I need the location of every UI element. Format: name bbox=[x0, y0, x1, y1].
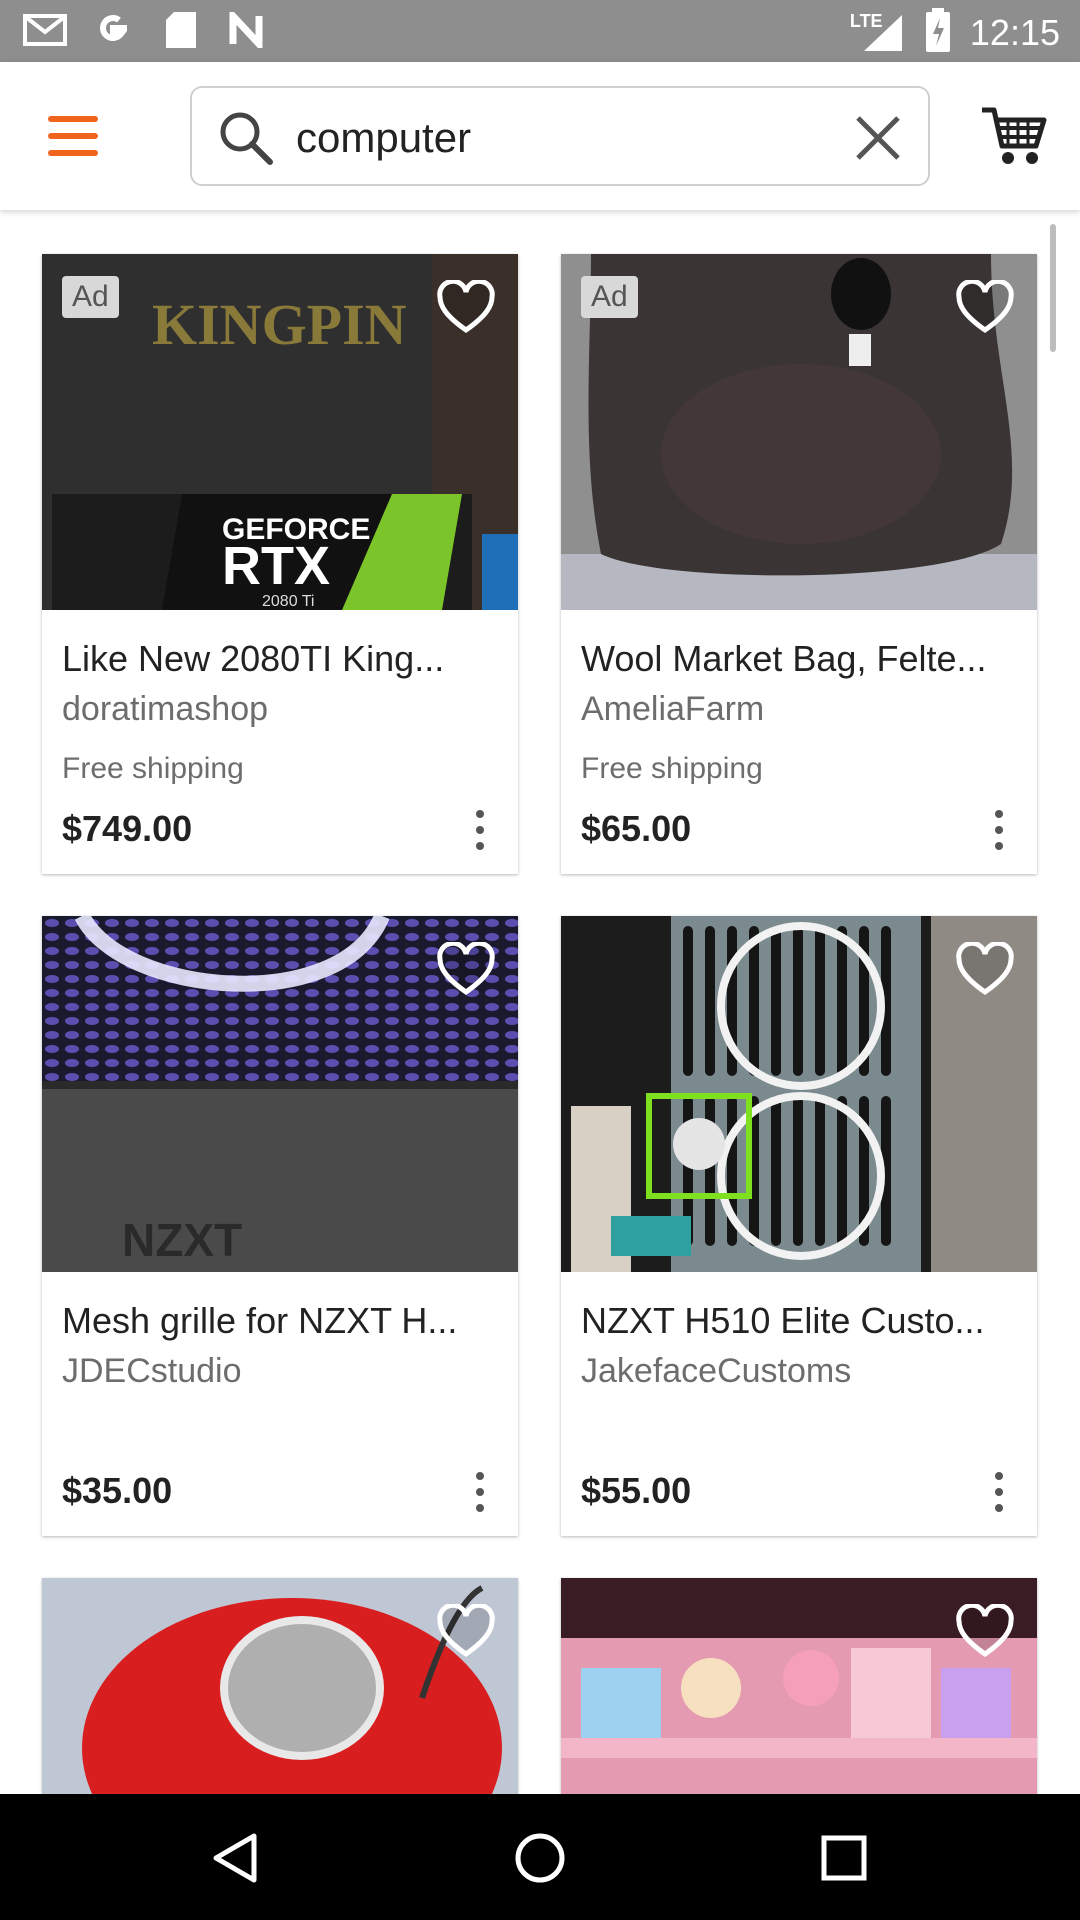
product-price: $749.00 bbox=[62, 808, 193, 849]
back-icon[interactable] bbox=[208, 1830, 264, 1886]
product-title: Wool Market Bag, Felte... bbox=[581, 638, 987, 679]
recents-icon[interactable] bbox=[816, 1830, 872, 1886]
more-options-icon[interactable] bbox=[991, 1472, 1007, 1516]
menu-button[interactable] bbox=[48, 116, 100, 156]
product-image[interactable]: NZXT bbox=[42, 916, 518, 1272]
shipping-label: Free shipping bbox=[581, 752, 763, 785]
clear-search-button[interactable] bbox=[854, 114, 902, 162]
clock: 12:15 bbox=[969, 11, 1060, 53]
favorite-heart-icon[interactable] bbox=[955, 940, 1015, 998]
google-icon bbox=[90, 10, 136, 50]
product-title: Mesh grille for NZXT H... bbox=[62, 1300, 458, 1341]
product-image[interactable] bbox=[561, 916, 1037, 1272]
top-app-bar: computer bbox=[0, 62, 1080, 210]
product-card[interactable]: NZXT H510 Elite Custo... JakefaceCustoms… bbox=[561, 916, 1037, 1536]
search-input[interactable]: computer bbox=[296, 114, 471, 162]
product-card[interactable] bbox=[42, 1578, 518, 1794]
n-icon bbox=[226, 10, 272, 50]
favorite-heart-icon[interactable] bbox=[436, 1602, 496, 1660]
search-bar[interactable]: computer bbox=[190, 86, 930, 186]
gmail-icon bbox=[22, 10, 68, 50]
product-price: $35.00 bbox=[62, 1470, 173, 1511]
product-image[interactable] bbox=[42, 1578, 518, 1794]
shop-name: JDECstudio bbox=[62, 1352, 242, 1390]
product-card[interactable]: KINGPIN GEFORCE RTX 2080 Ti Ad Like New … bbox=[42, 254, 518, 874]
favorite-heart-icon[interactable] bbox=[436, 278, 496, 336]
product-card[interactable]: Ad Wool Market Bag, Felte... AmeliaFarm … bbox=[561, 254, 1037, 874]
favorite-heart-icon[interactable] bbox=[955, 278, 1015, 336]
product-card[interactable]: NZXT Mesh grille for NZXT H... JDECstudi… bbox=[42, 916, 518, 1536]
more-options-icon[interactable] bbox=[991, 810, 1007, 854]
battery-icon bbox=[924, 8, 952, 57]
product-title: NZXT H510 Elite Custo... bbox=[581, 1300, 985, 1341]
more-options-icon[interactable] bbox=[472, 1472, 488, 1516]
shop-name: doratimashop bbox=[62, 690, 269, 728]
search-icon bbox=[218, 110, 274, 166]
product-card[interactable] bbox=[561, 1578, 1037, 1794]
status-bar: LTE 12:15 bbox=[0, 0, 1080, 62]
gpu-sub-text: 2080 Ti bbox=[262, 593, 314, 610]
ad-badge: Ad bbox=[62, 276, 119, 318]
shipping-label: Free shipping bbox=[62, 752, 244, 785]
favorite-heart-icon[interactable] bbox=[955, 1602, 1015, 1660]
signal-icon: LTE bbox=[850, 11, 906, 53]
home-icon[interactable] bbox=[512, 1830, 568, 1886]
product-title: Like New 2080TI King... bbox=[62, 638, 445, 679]
cart-button[interactable] bbox=[980, 102, 1048, 170]
gpu-model-text: RTX bbox=[222, 536, 330, 596]
product-price: $65.00 bbox=[581, 808, 692, 849]
product-price: $55.00 bbox=[581, 1470, 692, 1511]
gpu-top-text: KINGPIN bbox=[152, 292, 407, 357]
scrollbar[interactable] bbox=[1050, 224, 1056, 352]
shop-name: AmeliaFarm bbox=[581, 690, 765, 728]
more-options-icon[interactable] bbox=[472, 810, 488, 854]
ad-badge: Ad bbox=[581, 276, 638, 318]
product-image[interactable] bbox=[561, 1578, 1037, 1794]
network-label: LTE bbox=[849, 10, 883, 31]
nzxt-logo-text: NZXT bbox=[122, 1214, 242, 1266]
shop-name: JakefaceCustoms bbox=[581, 1352, 852, 1390]
product-image[interactable]: Ad bbox=[561, 254, 1037, 610]
product-image[interactable]: KINGPIN GEFORCE RTX 2080 Ti Ad bbox=[42, 254, 518, 610]
system-navigation-bar bbox=[0, 1794, 1080, 1920]
favorite-heart-icon[interactable] bbox=[436, 940, 496, 998]
sd-card-icon bbox=[158, 10, 204, 50]
